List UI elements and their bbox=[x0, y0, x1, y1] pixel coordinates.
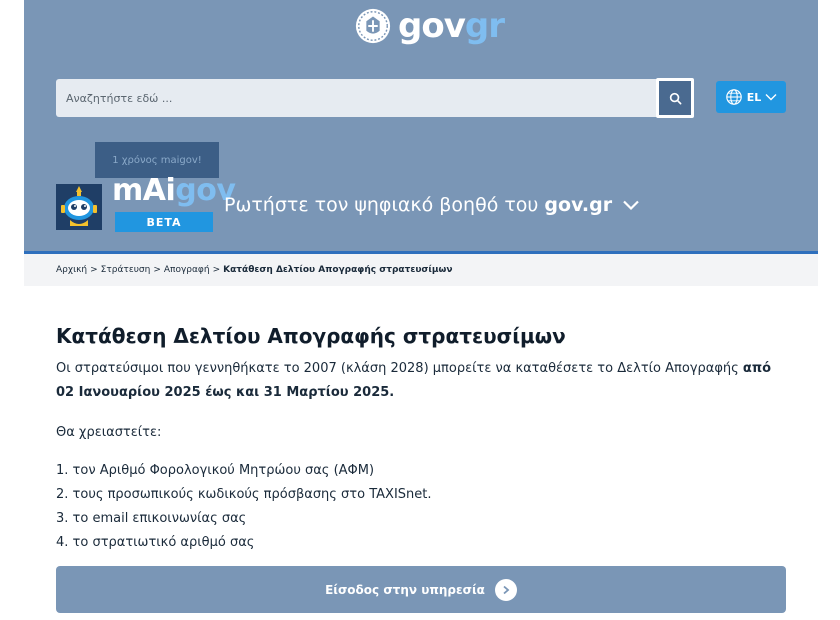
requirements-label: Θα χρειαστείτε: bbox=[56, 425, 162, 440]
search-icon bbox=[669, 92, 681, 104]
breadcrumb-separator: > bbox=[153, 265, 161, 275]
enter-service-button[interactable]: Είσοδος στην υπηρεσία bbox=[56, 566, 786, 613]
language-code: EL bbox=[746, 90, 762, 104]
requirements-list: 1. τον Αριθμό Φορολογικού Μητρώου σας (Α… bbox=[56, 459, 786, 555]
main-content: Κατάθεση Δελτίου Απογραφής στρατευσίμων … bbox=[56, 323, 786, 555]
breadcrumb-current: Κατάθεση Δελτίου Απογραφής στρατευσίμων bbox=[223, 265, 453, 275]
page-title: Κατάθεση Δελτίου Απογραφής στρατευσίμων bbox=[56, 324, 566, 348]
beta-badge: BETA bbox=[115, 212, 213, 232]
breadcrumb-item-conscription[interactable]: Στράτευση bbox=[101, 265, 151, 275]
robot-avatar-icon bbox=[56, 184, 102, 230]
chevron-down-icon bbox=[623, 200, 639, 211]
list-item: 2. τους προσωπικούς κωδικούς πρόσβασης σ… bbox=[56, 487, 432, 502]
breadcrumb: Αρχική > Στράτευση > Απογραφή > Κατάθεση… bbox=[24, 254, 818, 286]
greek-emblem-icon bbox=[355, 8, 391, 44]
intro-text: Οι στρατεύσιμοι που γεννηθήκατε το 2007 … bbox=[56, 357, 786, 405]
logo-text-gov: gov bbox=[398, 6, 466, 46]
logo-text-gr: gr bbox=[464, 6, 505, 46]
list-item: 1. τον Αριθμό Φορολογικού Μητρώου σας (Α… bbox=[56, 463, 375, 478]
globe-icon bbox=[725, 89, 742, 105]
ask-assistant-brand: gov.gr bbox=[544, 194, 613, 216]
govgr-logo[interactable]: govgr bbox=[354, 6, 505, 46]
search-bar bbox=[56, 78, 694, 118]
ask-assistant-toggle[interactable]: Ρωτήστε τον ψηφιακό βοηθό του gov.gr bbox=[224, 194, 640, 216]
breadcrumb-item-home[interactable]: Αρχική bbox=[56, 265, 87, 275]
enter-service-label: Είσοδος στην υπηρεσία bbox=[325, 582, 485, 597]
search-input[interactable] bbox=[56, 79, 692, 117]
maigov-logo-mai: mAi bbox=[112, 173, 176, 208]
ask-assistant-text: Ρωτήστε τον ψηφιακό βοηθό του bbox=[224, 194, 539, 216]
list-item: 4. το στρατιωτικό αριθμό σας bbox=[56, 535, 255, 550]
maigov-logo[interactable]: mAigov bbox=[112, 173, 236, 209]
search-button[interactable] bbox=[656, 78, 694, 118]
list-item: 3. το email επικοινωνίας σας bbox=[56, 511, 247, 526]
chevron-down-icon bbox=[765, 94, 777, 101]
language-selector[interactable]: EL bbox=[716, 81, 786, 113]
logo-text: govgr bbox=[398, 6, 505, 46]
breadcrumb-separator: > bbox=[212, 265, 221, 275]
site-header: govgr EL 1 χρόνος maigov! bbox=[24, 0, 818, 254]
intro-text-regular: Οι στρατεύσιμοι που γεννηθήκατε το 2007 … bbox=[56, 361, 743, 376]
breadcrumb-separator: > bbox=[90, 265, 98, 275]
arrow-right-icon bbox=[494, 578, 517, 601]
breadcrumb-item-registration[interactable]: Απογραφή bbox=[164, 265, 210, 275]
